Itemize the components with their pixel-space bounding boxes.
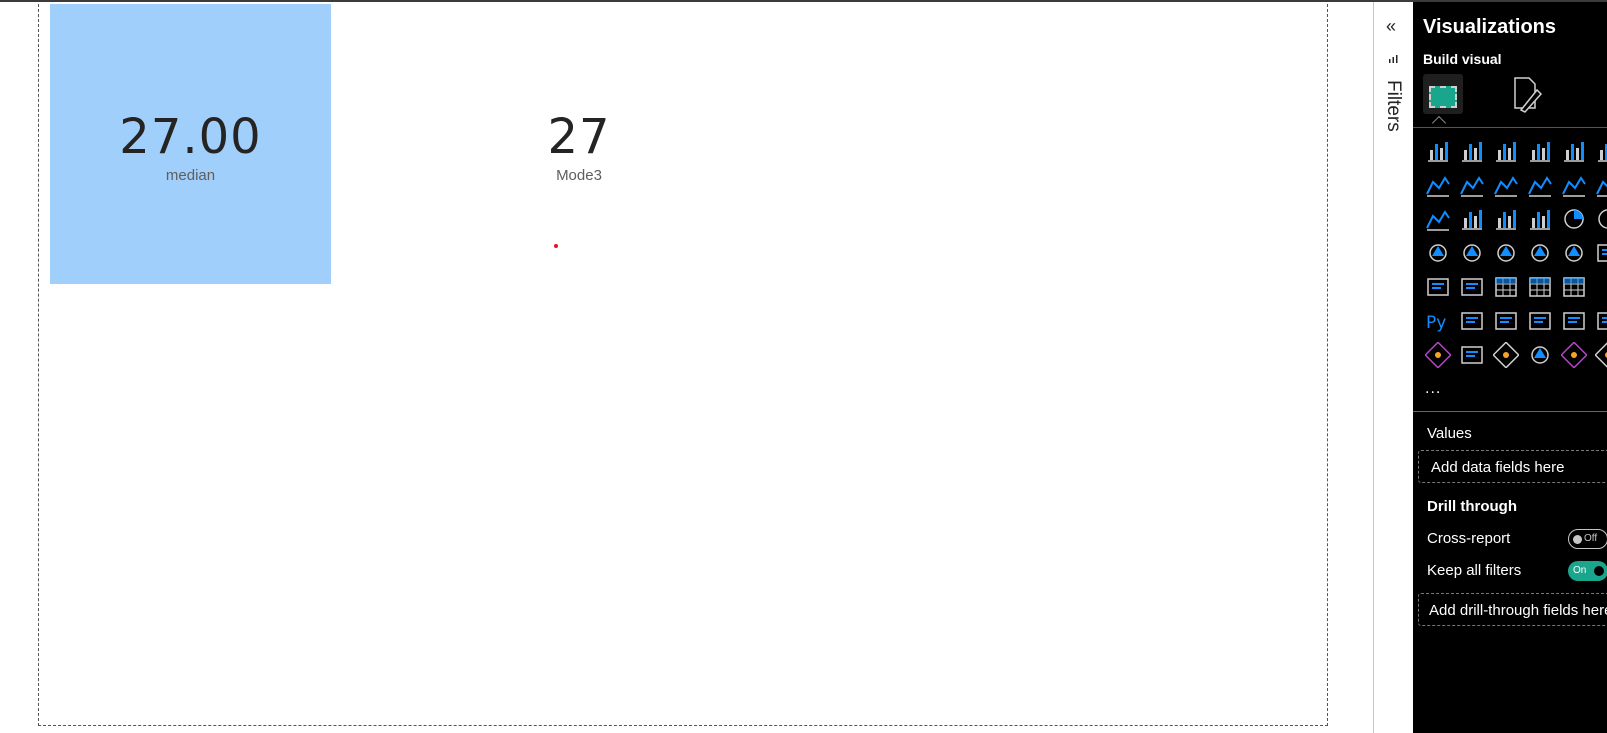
visualizations-pane: Visualizations Build visual Py ... Value… (1413, 2, 1607, 733)
filters-pane-label[interactable]: Filters (1382, 80, 1404, 132)
power-bi-icon[interactable] (1595, 342, 1607, 368)
clustered-column-chart-icon[interactable] (1527, 138, 1553, 164)
pie-chart-icon[interactable] (1561, 206, 1587, 232)
matrix-icon[interactable] (1561, 274, 1587, 300)
100-stacked-area-chart-icon[interactable] (1527, 172, 1553, 198)
build-visual-tab[interactable] (1423, 74, 1463, 114)
treemap-icon[interactable] (1425, 240, 1451, 266)
filled-map-icon[interactable] (1493, 240, 1519, 266)
qa-icon[interactable] (1527, 308, 1553, 334)
divider (1413, 411, 1607, 412)
paginated-report-icon[interactable] (1595, 308, 1607, 334)
cross-report-label: Cross-report (1427, 530, 1511, 547)
card-new-icon[interactable] (1459, 342, 1485, 368)
clustered-bar-chart-icon[interactable] (1493, 138, 1519, 164)
divider (1413, 127, 1607, 128)
collapse-panes-button[interactable]: « (1386, 16, 1396, 37)
mode-card-visual[interactable]: 27 Mode3 (519, 109, 639, 184)
values-field-label: Values (1427, 425, 1472, 442)
multi-row-card-icon[interactable] (1425, 274, 1451, 300)
mode-card-label: Mode3 (556, 167, 602, 184)
keep-all-filters-toggle[interactable]: On (1568, 561, 1607, 581)
card-icon[interactable] (1595, 240, 1607, 266)
line-and-stacked-column-chart-icon[interactable] (1561, 172, 1587, 198)
azure-map-icon[interactable] (1527, 240, 1553, 266)
table-icon[interactable] (1527, 274, 1553, 300)
drill-through-dropzone[interactable]: Add drill-through fields here (1418, 593, 1607, 626)
key-influencers-icon[interactable] (1459, 308, 1485, 334)
report-page[interactable]: 27.00 median 27 Mode3 (38, 4, 1328, 726)
toggle-state-text: On (1573, 565, 1587, 576)
filter-pane-icon[interactable] (1388, 54, 1400, 67)
cursor-dot (554, 244, 558, 248)
slicer-icon[interactable] (1493, 274, 1519, 300)
100-stacked-bar-chart-icon[interactable] (1561, 138, 1587, 164)
svg-text:Py: Py (1426, 313, 1446, 333)
drill-through-heading: Drill through (1427, 498, 1517, 515)
median-card-visual[interactable]: 27.00 median (50, 4, 331, 284)
format-visual-tab[interactable] (1507, 74, 1547, 114)
area-chart-icon[interactable] (1459, 172, 1485, 198)
build-visual-icon (1429, 86, 1457, 108)
report-canvas[interactable]: 27.00 median 27 Mode3 (0, 2, 1373, 733)
100-stacked-column-chart-icon[interactable] (1595, 138, 1607, 164)
mode-card-value: 27 (547, 109, 611, 165)
values-dropzone[interactable]: Add data fields here (1418, 450, 1607, 483)
smart-narrative-icon[interactable] (1561, 308, 1587, 334)
python-visual-icon[interactable]: Py (1425, 308, 1451, 334)
more-visuals-button[interactable]: ... (1425, 380, 1441, 398)
stacked-column-chart-icon[interactable] (1459, 138, 1485, 164)
line-chart-icon[interactable] (1425, 172, 1451, 198)
power-apps-report-icon[interactable] (1425, 342, 1451, 368)
keep-all-filters-label: Keep all filters (1427, 562, 1522, 579)
power-automate-icon[interactable] (1493, 342, 1519, 368)
kpi-icon[interactable] (1459, 274, 1485, 300)
arcgis-map-icon[interactable] (1527, 342, 1553, 368)
median-card-value: 27.00 (119, 109, 262, 165)
line-and-clustered-column-chart-icon[interactable] (1595, 172, 1607, 198)
format-visual-icon (1514, 77, 1543, 113)
donut-chart-icon[interactable] (1595, 206, 1607, 232)
median-card-label: median (165, 167, 216, 184)
waterfall-chart-icon[interactable] (1459, 206, 1485, 232)
build-visual-label: Build visual (1423, 51, 1502, 67)
cross-report-toggle[interactable]: Off (1568, 529, 1607, 549)
ribbon-chart-icon[interactable] (1425, 206, 1451, 232)
toggle-knob (1594, 566, 1604, 576)
decomposition-tree-icon[interactable] (1493, 308, 1519, 334)
map-icon[interactable] (1459, 240, 1485, 266)
scatter-chart-icon[interactable] (1527, 206, 1553, 232)
funnel-chart-icon[interactable] (1493, 206, 1519, 232)
toggle-state-text: Off (1584, 533, 1598, 544)
stacked-area-chart-icon[interactable] (1493, 172, 1519, 198)
toggle-knob (1573, 535, 1582, 544)
power-apps-icon[interactable] (1561, 342, 1587, 368)
visualizations-title: Visualizations (1423, 16, 1557, 38)
filters-pane-collapsed[interactable]: « Filters (1373, 2, 1413, 733)
gauge-icon[interactable] (1561, 240, 1587, 266)
stacked-bar-chart-icon[interactable] (1425, 138, 1451, 164)
